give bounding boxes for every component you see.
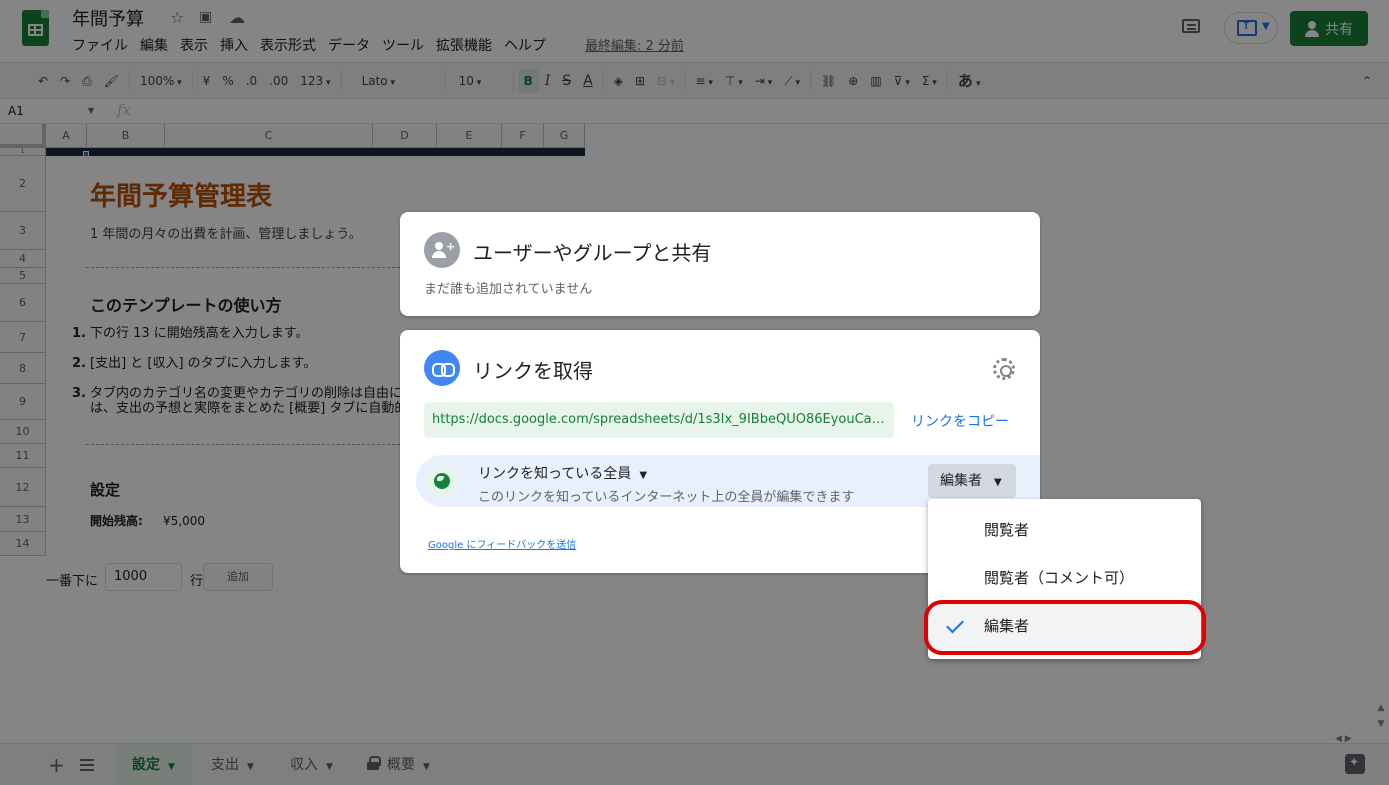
send-feedback-link[interactable]: Google にフィードバックを送信 [428, 536, 576, 551]
get-link-title: リンクを取得 [473, 359, 593, 383]
role-label: 編集者 [940, 473, 982, 489]
add-person-icon: + [424, 232, 460, 268]
role-option-label: 閲覧者（コメント可） [984, 569, 1135, 587]
access-scope-dropdown[interactable]: リンクを知っている全員 ▼ [478, 463, 647, 483]
access-description: このリンクを知っているインターネット上の全員が編集できます [478, 490, 855, 505]
share-people-note: まだ誰も追加されていません [424, 282, 593, 297]
share-people-card: + ユーザーやグループと共有 まだ誰も追加されていません [400, 212, 1040, 316]
chevron-down-icon: ▼ [639, 470, 648, 481]
share-people-title[interactable]: ユーザーやグループと共有 [473, 237, 711, 266]
access-scope-label: リンクを知っている全員 [478, 466, 632, 482]
role-option-label: 閲覧者 [984, 521, 1030, 539]
role-dropdown-button[interactable]: 編集者 ▼ [928, 464, 1016, 498]
link-icon [424, 350, 460, 386]
role-option-commenter[interactable]: 閲覧者（コメント可） [928, 554, 1201, 602]
share-url-field[interactable]: https://docs.google.com/spreadsheets/d/1… [424, 402, 894, 438]
chevron-down-icon: ▼ [994, 477, 1002, 488]
gear-icon[interactable] [993, 358, 1015, 380]
globe-icon [426, 465, 458, 497]
annotation-highlight [924, 600, 1206, 655]
copy-link-button[interactable]: リンクをコピー [911, 411, 1009, 431]
role-option-viewer[interactable]: 閲覧者 [928, 506, 1201, 554]
